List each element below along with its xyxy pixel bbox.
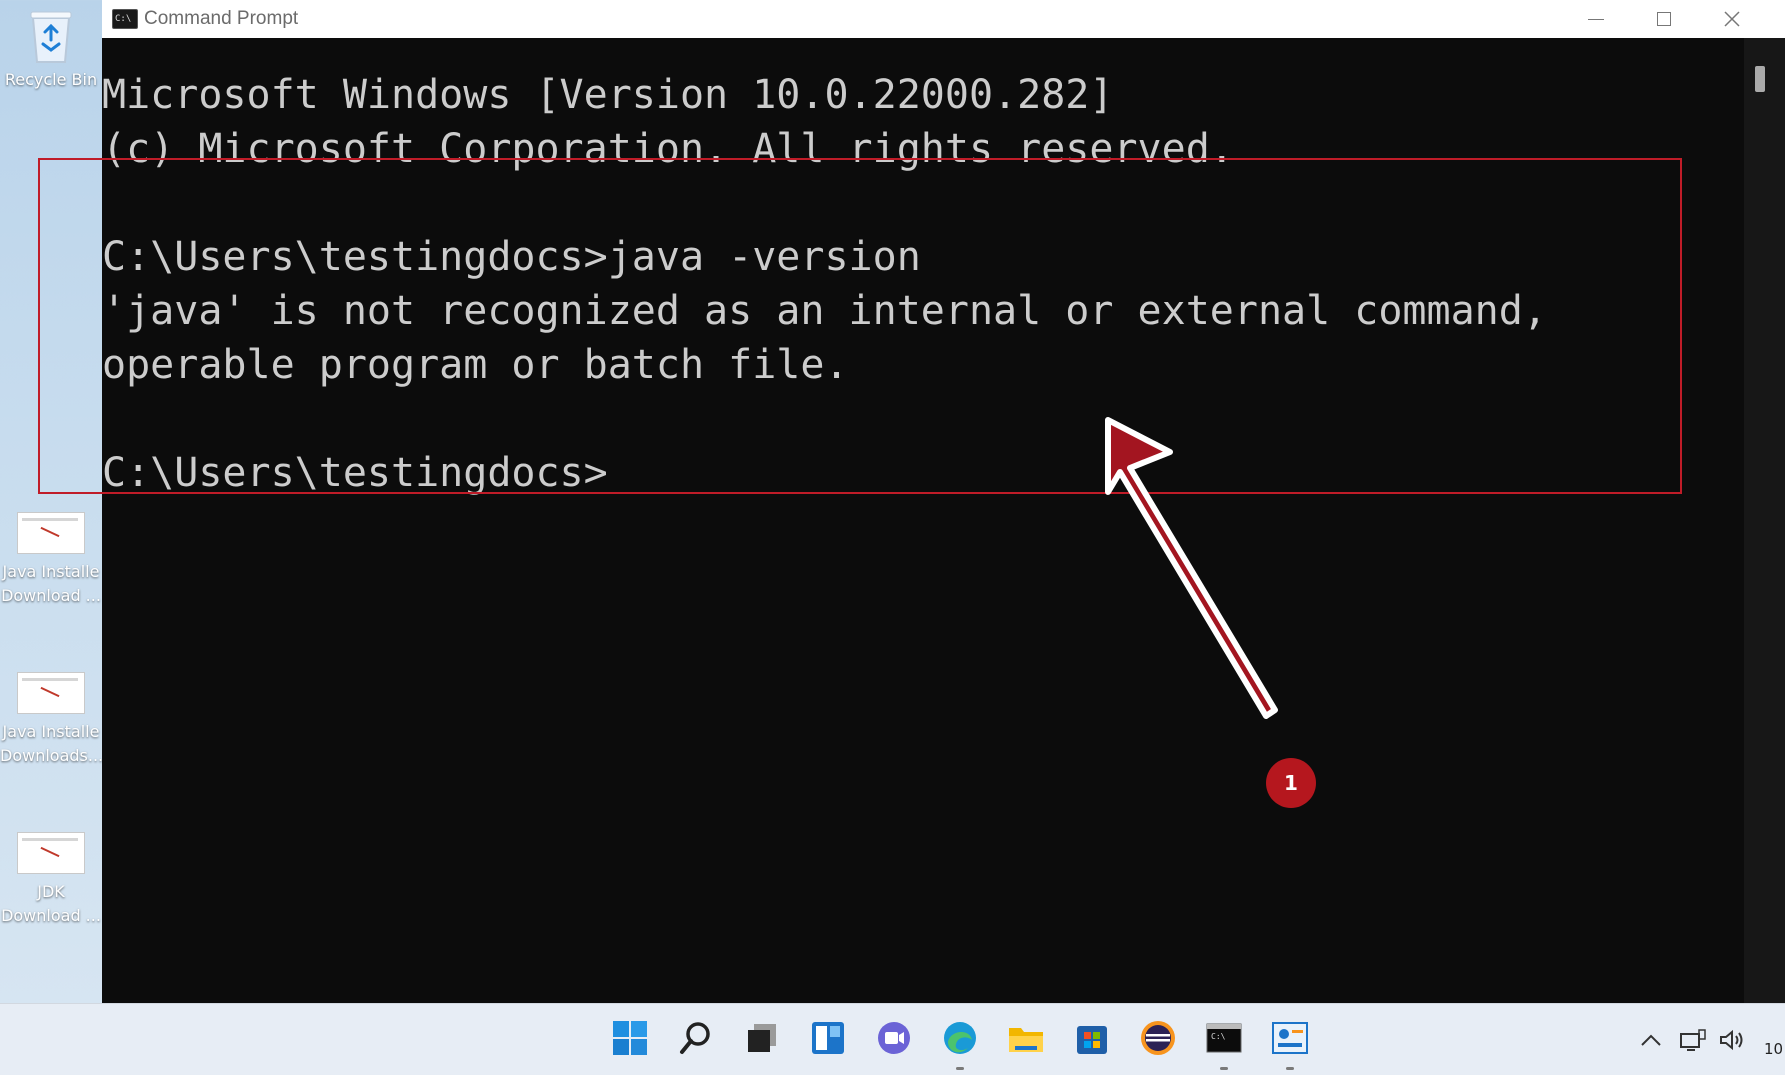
taskbar: C:\ 10 bbox=[0, 1003, 1785, 1075]
file-explorer-button[interactable] bbox=[1006, 1018, 1046, 1058]
app-button[interactable] bbox=[1270, 1018, 1310, 1058]
command-prompt-window[interactable]: C:\ Command Prompt Microsoft Windows [Ve… bbox=[102, 0, 1785, 1003]
desktop-icon-label: Downloads... bbox=[0, 746, 104, 765]
active-indicator bbox=[1220, 1067, 1228, 1070]
title-bar[interactable]: C:\ Command Prompt bbox=[102, 0, 1785, 38]
desktop-icon-java-installer-download[interactable]: Java Installe Download ... bbox=[0, 512, 102, 608]
close-icon bbox=[1724, 11, 1740, 27]
desktop-icon-label: Download ... bbox=[1, 906, 101, 925]
cmd-icon: C:\ bbox=[112, 9, 138, 29]
eclipse-button[interactable] bbox=[1138, 1018, 1178, 1058]
desktop-icon-label: JDK bbox=[37, 882, 65, 901]
widgets-icon bbox=[812, 1022, 844, 1054]
maximize-button[interactable] bbox=[1630, 0, 1698, 38]
desktop-icon-label: Download ... bbox=[1, 586, 101, 605]
store-button[interactable] bbox=[1072, 1018, 1112, 1058]
minimize-button[interactable] bbox=[1562, 0, 1630, 38]
terminal-icon: C:\ bbox=[1206, 1023, 1242, 1053]
maximize-icon bbox=[1657, 12, 1671, 26]
annotation-highlight-box bbox=[38, 158, 1682, 494]
network-button[interactable] bbox=[1679, 1004, 1707, 1075]
desktop-icon-label: Java Installe bbox=[2, 562, 100, 581]
chat-icon bbox=[878, 1022, 910, 1054]
active-indicator bbox=[1286, 1067, 1294, 1070]
svg-text:C:\: C:\ bbox=[1211, 1032, 1226, 1041]
volume-icon bbox=[1720, 1029, 1743, 1050]
windows-start-button[interactable] bbox=[610, 1018, 650, 1058]
windows-start-icon bbox=[613, 1021, 647, 1055]
network-icon bbox=[1680, 1028, 1706, 1051]
store-icon bbox=[1077, 1026, 1107, 1054]
window-title: Command Prompt bbox=[144, 8, 299, 29]
edge-button[interactable] bbox=[940, 1018, 980, 1058]
search-icon bbox=[680, 1022, 710, 1054]
widgets-button[interactable] bbox=[808, 1018, 848, 1058]
volume-button[interactable] bbox=[1718, 1004, 1746, 1075]
terminal-button[interactable]: C:\ bbox=[1204, 1018, 1244, 1058]
chat-button[interactable] bbox=[874, 1018, 914, 1058]
minimize-icon bbox=[1588, 18, 1604, 20]
eclipse-icon bbox=[1141, 1021, 1175, 1055]
edge-icon bbox=[944, 1022, 976, 1054]
desktop-icon-recycle-bin[interactable]: Recycle Bin bbox=[0, 6, 102, 92]
chevron-up-icon bbox=[1641, 1034, 1661, 1046]
desktop-icon-label: Java Installe bbox=[2, 722, 100, 741]
desktop-icon-jdk-download[interactable]: JDK Download ... bbox=[0, 832, 102, 928]
search-button[interactable] bbox=[676, 1018, 716, 1058]
app-icon bbox=[1272, 1022, 1308, 1054]
clock[interactable]: 10 bbox=[1764, 1040, 1783, 1058]
console-line: Microsoft Windows [Version 10.0.22000.28… bbox=[102, 72, 1114, 118]
scrollbar-thumb[interactable] bbox=[1755, 66, 1765, 92]
recycle-bin-icon bbox=[25, 6, 77, 64]
vertical-scrollbar[interactable] bbox=[1744, 38, 1785, 1003]
desktop-icon-java-installer-downloads[interactable]: Java Installe Downloads... bbox=[0, 672, 104, 768]
recycle-bin-label: Recycle Bin bbox=[4, 70, 98, 89]
task-view-button[interactable] bbox=[742, 1018, 782, 1058]
annotation-step-badge: 1 bbox=[1266, 758, 1316, 808]
active-indicator bbox=[956, 1067, 964, 1070]
task-view-icon bbox=[748, 1024, 776, 1052]
file-thumbnail-icon bbox=[17, 512, 85, 554]
file-explorer-icon bbox=[1009, 1028, 1043, 1052]
tray-overflow-button[interactable] bbox=[1640, 1004, 1662, 1075]
file-thumbnail-icon bbox=[17, 672, 85, 714]
close-button[interactable] bbox=[1698, 0, 1766, 38]
file-thumbnail-icon bbox=[17, 832, 85, 874]
